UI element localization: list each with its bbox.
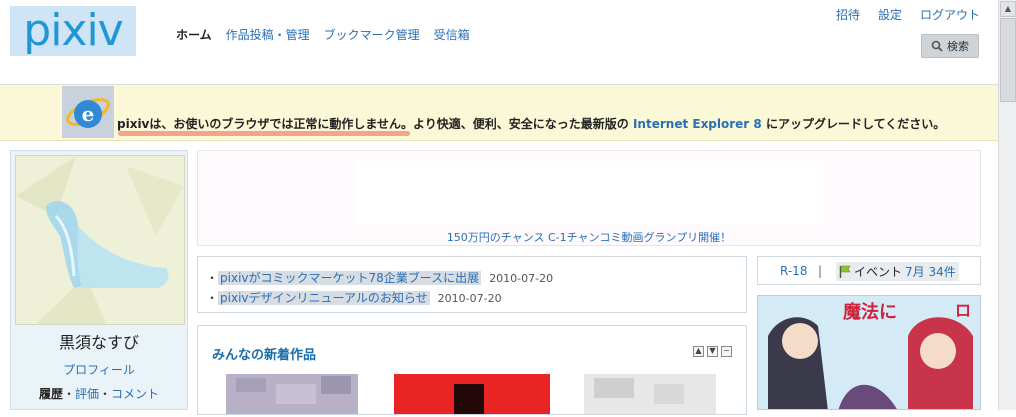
avatar[interactable] [15,155,185,325]
news-box: ・ pixivがコミックマーケット78企業ブースに出展 2010-07-20 ・ pi… [197,256,747,313]
top-links: 招待 設定 ログアウト [836,6,980,23]
work-thumbnail[interactable] [584,374,716,414]
logout-link[interactable]: ログアウト [920,6,980,23]
scroll-up-arrow-icon[interactable]: ▲ [1000,1,1016,17]
work-thumbnail[interactable] [226,374,358,414]
promo-banner-image[interactable]: 魔法に ロ [757,295,981,410]
svg-text:ロ: ロ [955,301,971,320]
header: pixiv ホーム 作品投稿・管理 ブックマーク管理 受信箱 招待 設定 ログア… [0,0,998,85]
separator: ・ [99,387,112,401]
ad-banner: 150万円のチャンス C-1チャンコミ動画グランプリ開催！ [197,150,981,246]
bullet: ・ [206,271,219,285]
new-works-panel: みんなの新着作品 ▲ ▼ − [197,325,747,415]
profile-panel: 黒須なすび プロフィール 履歴・評価・コメント [10,150,188,410]
nav-home[interactable]: ホーム [176,26,212,43]
nav-inbox[interactable]: 受信箱 [434,26,470,43]
right-links: R-18 | イベント 7月 34件 [757,256,981,285]
event-count: 7月 34件 [905,265,956,279]
scroll-thumb[interactable] [1000,18,1016,102]
news-link[interactable]: pixivがコミックマーケット78企業ブースに出展 [218,271,482,285]
svg-text:魔法に: 魔法に [843,301,897,323]
separator: ・ [62,387,75,401]
ie8-link[interactable]: Internet Explorer 8 [633,117,762,131]
username: 黒須なすび [58,333,139,352]
move-up-icon[interactable]: ▲ [693,346,704,357]
browser-upgrade-notice: e pixivは、お使いのブラウザでは正常に動作しません。より快適、便利、安全に… [0,85,998,141]
nav-bookmarks[interactable]: ブックマーク管理 [324,26,420,43]
news-date: 2010-07-20 [489,272,554,285]
invite-link[interactable]: 招待 [836,6,860,23]
bullet: ・ [206,291,219,305]
history-link[interactable]: 履歴 [39,387,63,401]
works-title: みんなの新着作品 [212,348,317,363]
ad-link[interactable]: 150万円のチャンス C-1チャンコミ動画グランプリ開催！ [198,229,980,245]
nav-works-manage[interactable]: 作品投稿・管理 [226,26,310,43]
vertical-scrollbar[interactable]: ▲ [998,0,1016,410]
profile-links: 履歴・評価・コメント [11,385,187,402]
notice-text: pixivは、お使いのブラウザでは正常に動作しません。より快適、便利、安全になっ… [117,115,945,132]
news-link[interactable]: pixivデザインリニューアルのお知らせ [218,291,430,305]
r18-link[interactable]: R-18 [780,264,807,278]
rating-link[interactable]: 評価 [75,387,99,401]
search-icon [931,40,943,52]
news-item: ・ pixivデザインリニューアルのお知らせ 2010-07-20 [206,289,502,306]
svg-text:e: e [82,102,95,126]
pixiv-logo[interactable]: pixiv [10,6,136,56]
move-down-icon[interactable]: ▼ [707,346,718,357]
comment-link[interactable]: コメント [111,387,159,401]
search-label: 検索 [947,40,969,53]
search-button[interactable]: 検索 [921,34,979,58]
work-thumbnail[interactable] [394,374,550,414]
ad-image[interactable] [356,161,824,225]
minimize-icon[interactable]: − [721,346,732,357]
event-label: イベント [854,265,903,279]
panel-controls: ▲ ▼ − [693,346,732,357]
separator: | [818,264,823,278]
profile-link[interactable]: プロフィール [63,363,135,377]
notice-text-after: にアップグレードしてください。 [761,117,946,131]
flag-icon [839,265,851,278]
notice-text-before: pixivは、お使いのブラウザでは正常に動作しません。より快適、便利、安全になっ… [117,117,633,131]
settings-link[interactable]: 設定 [878,6,902,23]
highlight-underline [118,131,410,136]
event-link[interactable]: イベント 7月 34件 [836,262,959,281]
news-item: ・ pixivがコミックマーケット78企業ブースに出展 2010-07-20 [206,269,553,286]
news-date: 2010-07-20 [437,292,502,305]
internet-explorer-icon: e [62,86,114,138]
main-nav: ホーム 作品投稿・管理 ブックマーク管理 受信箱 [176,26,470,43]
